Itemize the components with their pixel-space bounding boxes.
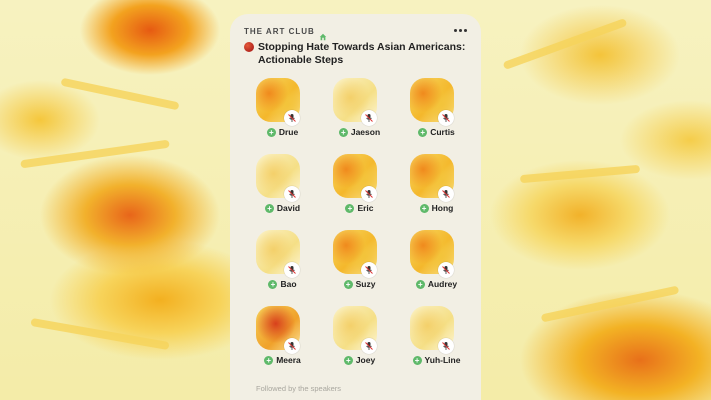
speaker-tile[interactable]: + Suzy [321, 228, 398, 304]
speaker-name: Curtis [430, 127, 455, 137]
speaker-name: Jaeson [350, 127, 381, 137]
microphone-icon [284, 338, 300, 354]
plus-icon: + [412, 355, 422, 365]
plus-icon: + [266, 127, 276, 137]
speaker-tile[interactable]: + Bao [244, 228, 321, 304]
plus-icon: + [343, 279, 353, 289]
plus-icon: + [343, 355, 353, 365]
speaker-name: Meera [276, 355, 301, 365]
speaker-name: Suzy [355, 279, 376, 289]
plus-icon: + [415, 279, 425, 289]
speaker-name: David [276, 203, 301, 213]
speaker-name: Audrey [427, 279, 458, 289]
speaker-tile[interactable]: + Yuh-Line [398, 304, 475, 380]
microphone-icon [361, 110, 377, 126]
art-streak [20, 139, 170, 169]
speaker-grid: + Drue + Jaeson + Curtis + David + Eric + Hong [244, 76, 467, 380]
microphone-icon [284, 186, 300, 202]
speaker-tile[interactable]: + Jaeson [321, 76, 398, 152]
speaker-name: Yuh-Line [424, 355, 461, 365]
art-streak [502, 18, 628, 70]
more-icon[interactable] [451, 23, 469, 37]
speaker-name: Eric [357, 203, 374, 213]
speaker-name: Hong [431, 203, 454, 213]
art-streak [60, 77, 180, 111]
speaker-tile[interactable]: + Drue [244, 76, 321, 152]
microphone-icon [284, 110, 300, 126]
followed-by-speakers-label: Followed by the speakers [256, 384, 342, 393]
microphone-icon [361, 186, 377, 202]
speaker-name: Drue [278, 127, 299, 137]
speaker-tile[interactable]: + Curtis [398, 76, 475, 152]
microphone-icon [438, 262, 454, 278]
speaker-name: Bao [280, 279, 297, 289]
speaker-tile[interactable]: + Eric [321, 152, 398, 228]
plus-icon: + [264, 355, 274, 365]
plus-icon: + [345, 203, 355, 213]
plus-icon: + [419, 203, 429, 213]
art-streak [519, 164, 641, 184]
house-icon [319, 28, 327, 40]
room-title: Stopping Hate Towards Asian Americans: A… [258, 41, 466, 66]
room-header: THE ART CLUB Stopping Hate Towards Asian… [230, 14, 481, 67]
speaker-tile[interactable]: + Joey [321, 304, 398, 380]
plus-icon: + [268, 279, 278, 289]
plus-icon: + [418, 127, 428, 137]
speaker-tile[interactable]: + Meera [244, 304, 321, 380]
club-row[interactable]: THE ART CLUB [244, 27, 467, 40]
club-name[interactable]: THE ART CLUB [244, 27, 315, 36]
plus-icon: + [264, 203, 274, 213]
microphone-icon [284, 262, 300, 278]
microphone-icon [438, 186, 454, 202]
microphone-icon [438, 338, 454, 354]
microphone-icon [361, 338, 377, 354]
red-dot-icon [244, 42, 254, 52]
room-card: THE ART CLUB Stopping Hate Towards Asian… [230, 14, 481, 400]
speaker-tile[interactable]: + Audrey [398, 228, 475, 304]
plus-icon: + [338, 127, 348, 137]
speaker-name: Joey [355, 355, 376, 365]
art-streak [30, 317, 170, 351]
speaker-tile[interactable]: + David [244, 152, 321, 228]
microphone-icon [361, 262, 377, 278]
art-streak [540, 285, 680, 323]
room-title-row: Stopping Hate Towards Asian Americans: A… [244, 41, 467, 67]
microphone-icon [438, 110, 454, 126]
speaker-tile[interactable]: + Hong [398, 152, 475, 228]
